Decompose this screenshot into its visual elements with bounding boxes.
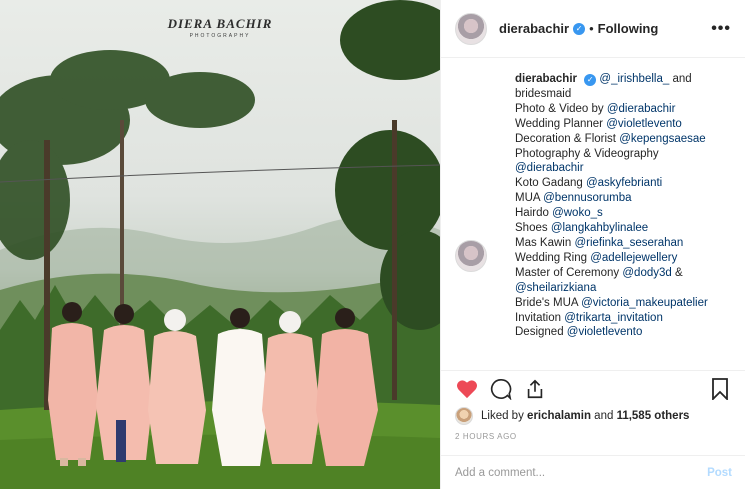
caption-text-segment: Shoes: [515, 222, 551, 235]
caption-line: Invitation @trikarta_invitation: [515, 311, 708, 326]
likes-others-count[interactable]: 11,585 others: [617, 410, 690, 422]
caption-mention[interactable]: @dierabachir: [607, 103, 676, 115]
caption-mention[interactable]: @violetlevento: [606, 118, 682, 130]
caption-mention[interactable]: @riefinka_seserahan: [574, 237, 683, 249]
caption-text-segment: Hairdo: [515, 207, 553, 220]
likes-middle: and: [594, 410, 614, 422]
photo-scene: [0, 0, 440, 489]
caption-text-segment: Photography & Videography: [515, 147, 659, 160]
more-options-icon[interactable]: •••: [711, 20, 731, 38]
watermark-title: DIERA BACHIR: [167, 16, 273, 31]
caption-text-segment: MUA: [515, 192, 544, 205]
caption-mention[interactable]: @sheilarizkiana: [515, 282, 596, 294]
comment-bar: Add a comment... Post: [441, 455, 745, 489]
caption-line: @dierabachir: [515, 161, 708, 176]
caption-text-segment: Koto Gadang: [515, 177, 586, 190]
caption-text: dierabachir ✓ @_irishbella_ and bridesma…: [515, 72, 708, 340]
caption-line: Wedding Ring @adellejewellery: [515, 251, 708, 266]
caption-mention[interactable]: @trikarta_invitation: [564, 312, 663, 324]
likes-summary: Liked by erichalamin and 11,585 others: [455, 406, 689, 426]
likes-prefix: Liked by: [481, 410, 524, 422]
caption-line: Wedding Planner @violetlevento: [515, 117, 708, 132]
caption-text-segment: bridesmaid: [515, 87, 572, 100]
caption-text-segment: Mas Kawin: [515, 236, 575, 249]
caption-line: Photography & Videography: [515, 147, 708, 162]
heart-filled-icon[interactable]: [453, 375, 481, 403]
caption-line: MUA @bennusorumba: [515, 191, 708, 206]
caption-mention[interactable]: @kepengsaesae: [619, 133, 706, 145]
header-separator: •: [589, 21, 594, 36]
caption-mention[interactable]: @askyfebrianti: [586, 177, 662, 189]
caption-text-segment: Master of Ceremony: [515, 266, 623, 279]
post-header: dierabachir ✓ • Following •••: [441, 0, 745, 58]
caption-mention[interactable]: @_irishbella_: [599, 73, 669, 85]
author-username[interactable]: dierabachir: [499, 21, 569, 36]
liker-username[interactable]: erichalamin: [527, 410, 591, 422]
caption-line: Koto Gadang @askyfebrianti: [515, 176, 708, 191]
caption-line: Mas Kawin @riefinka_seserahan: [515, 236, 708, 251]
caption-mention[interactable]: @violetlevento: [567, 326, 643, 338]
caption-mention[interactable]: @victoria_makeupatelier: [581, 297, 708, 309]
post-side-panel: dierabachir ✓ • Following ••• dierabachi…: [440, 0, 745, 489]
caption-line: Designed @violetlevento: [515, 325, 708, 340]
caption-line: Photo & Video by @dierabachir: [515, 102, 708, 117]
caption-username[interactable]: dierabachir: [515, 73, 577, 85]
caption-mention[interactable]: @woko_s: [552, 207, 603, 219]
caption-mention[interactable]: @dody3d: [622, 267, 671, 279]
caption-line: Hairdo @woko_s: [515, 206, 708, 221]
comment-bubble-icon[interactable]: [487, 375, 515, 403]
caption-mention[interactable]: @dierabachir: [515, 162, 584, 174]
caption-line: @sheilarizkiana: [515, 281, 708, 296]
caption-text-segment: Photo & Video by: [515, 102, 607, 115]
post-timestamp[interactable]: 2 HOURS AGO: [455, 432, 517, 441]
caption-line: Master of Ceremony @dody3d &: [515, 266, 708, 281]
caption-text-segment: Wedding Planner: [515, 117, 607, 130]
watermark-subtitle: PHOTOGRAPHY: [189, 33, 251, 39]
caption-text-segment: &: [671, 266, 683, 279]
following-button[interactable]: Following: [598, 21, 659, 36]
action-bar: [441, 370, 745, 406]
caption-mention[interactable]: @adellejewellery: [590, 252, 677, 264]
caption-avatar[interactable]: [455, 240, 487, 272]
caption-text-segment: Decoration & Florist: [515, 132, 620, 145]
caption-text-segment: Invitation: [515, 311, 565, 324]
caption-mention[interactable]: @bennusorumba: [543, 192, 631, 204]
share-icon[interactable]: [521, 375, 549, 403]
caption-text-segment: and: [669, 73, 692, 85]
caption-text-segment: Designed: [515, 326, 567, 339]
bookmark-icon[interactable]: [706, 375, 734, 403]
caption-line: bridesmaid: [515, 87, 708, 102]
caption-text-segment: Bride's MUA: [515, 296, 582, 309]
caption-verified-badge-icon: ✓: [584, 74, 597, 87]
post-photo[interactable]: DIERA BACHIR PHOTOGRAPHY: [0, 0, 440, 489]
verified-badge-icon: ✓: [573, 22, 586, 35]
caption-line: Shoes @langkahbylinalee: [515, 221, 708, 236]
caption-text-segment: Wedding Ring: [515, 251, 591, 264]
caption-line: dierabachir ✓ @_irishbella_ and: [515, 72, 708, 87]
comment-input[interactable]: Add a comment...: [455, 467, 545, 479]
author-avatar[interactable]: [455, 12, 487, 45]
caption-line: Bride's MUA @victoria_makeupatelier: [515, 296, 708, 311]
liker-avatar[interactable]: [455, 407, 473, 425]
post-comment-button[interactable]: Post: [707, 467, 732, 479]
caption-area: dierabachir ✓ @_irishbella_ and bridesma…: [441, 58, 745, 370]
caption-line: Decoration & Florist @kepengsaesae: [515, 132, 708, 147]
caption-mention[interactable]: @langkahbylinalee: [551, 222, 648, 234]
photo-watermark: DIERA BACHIR PHOTOGRAPHY: [0, 16, 440, 39]
